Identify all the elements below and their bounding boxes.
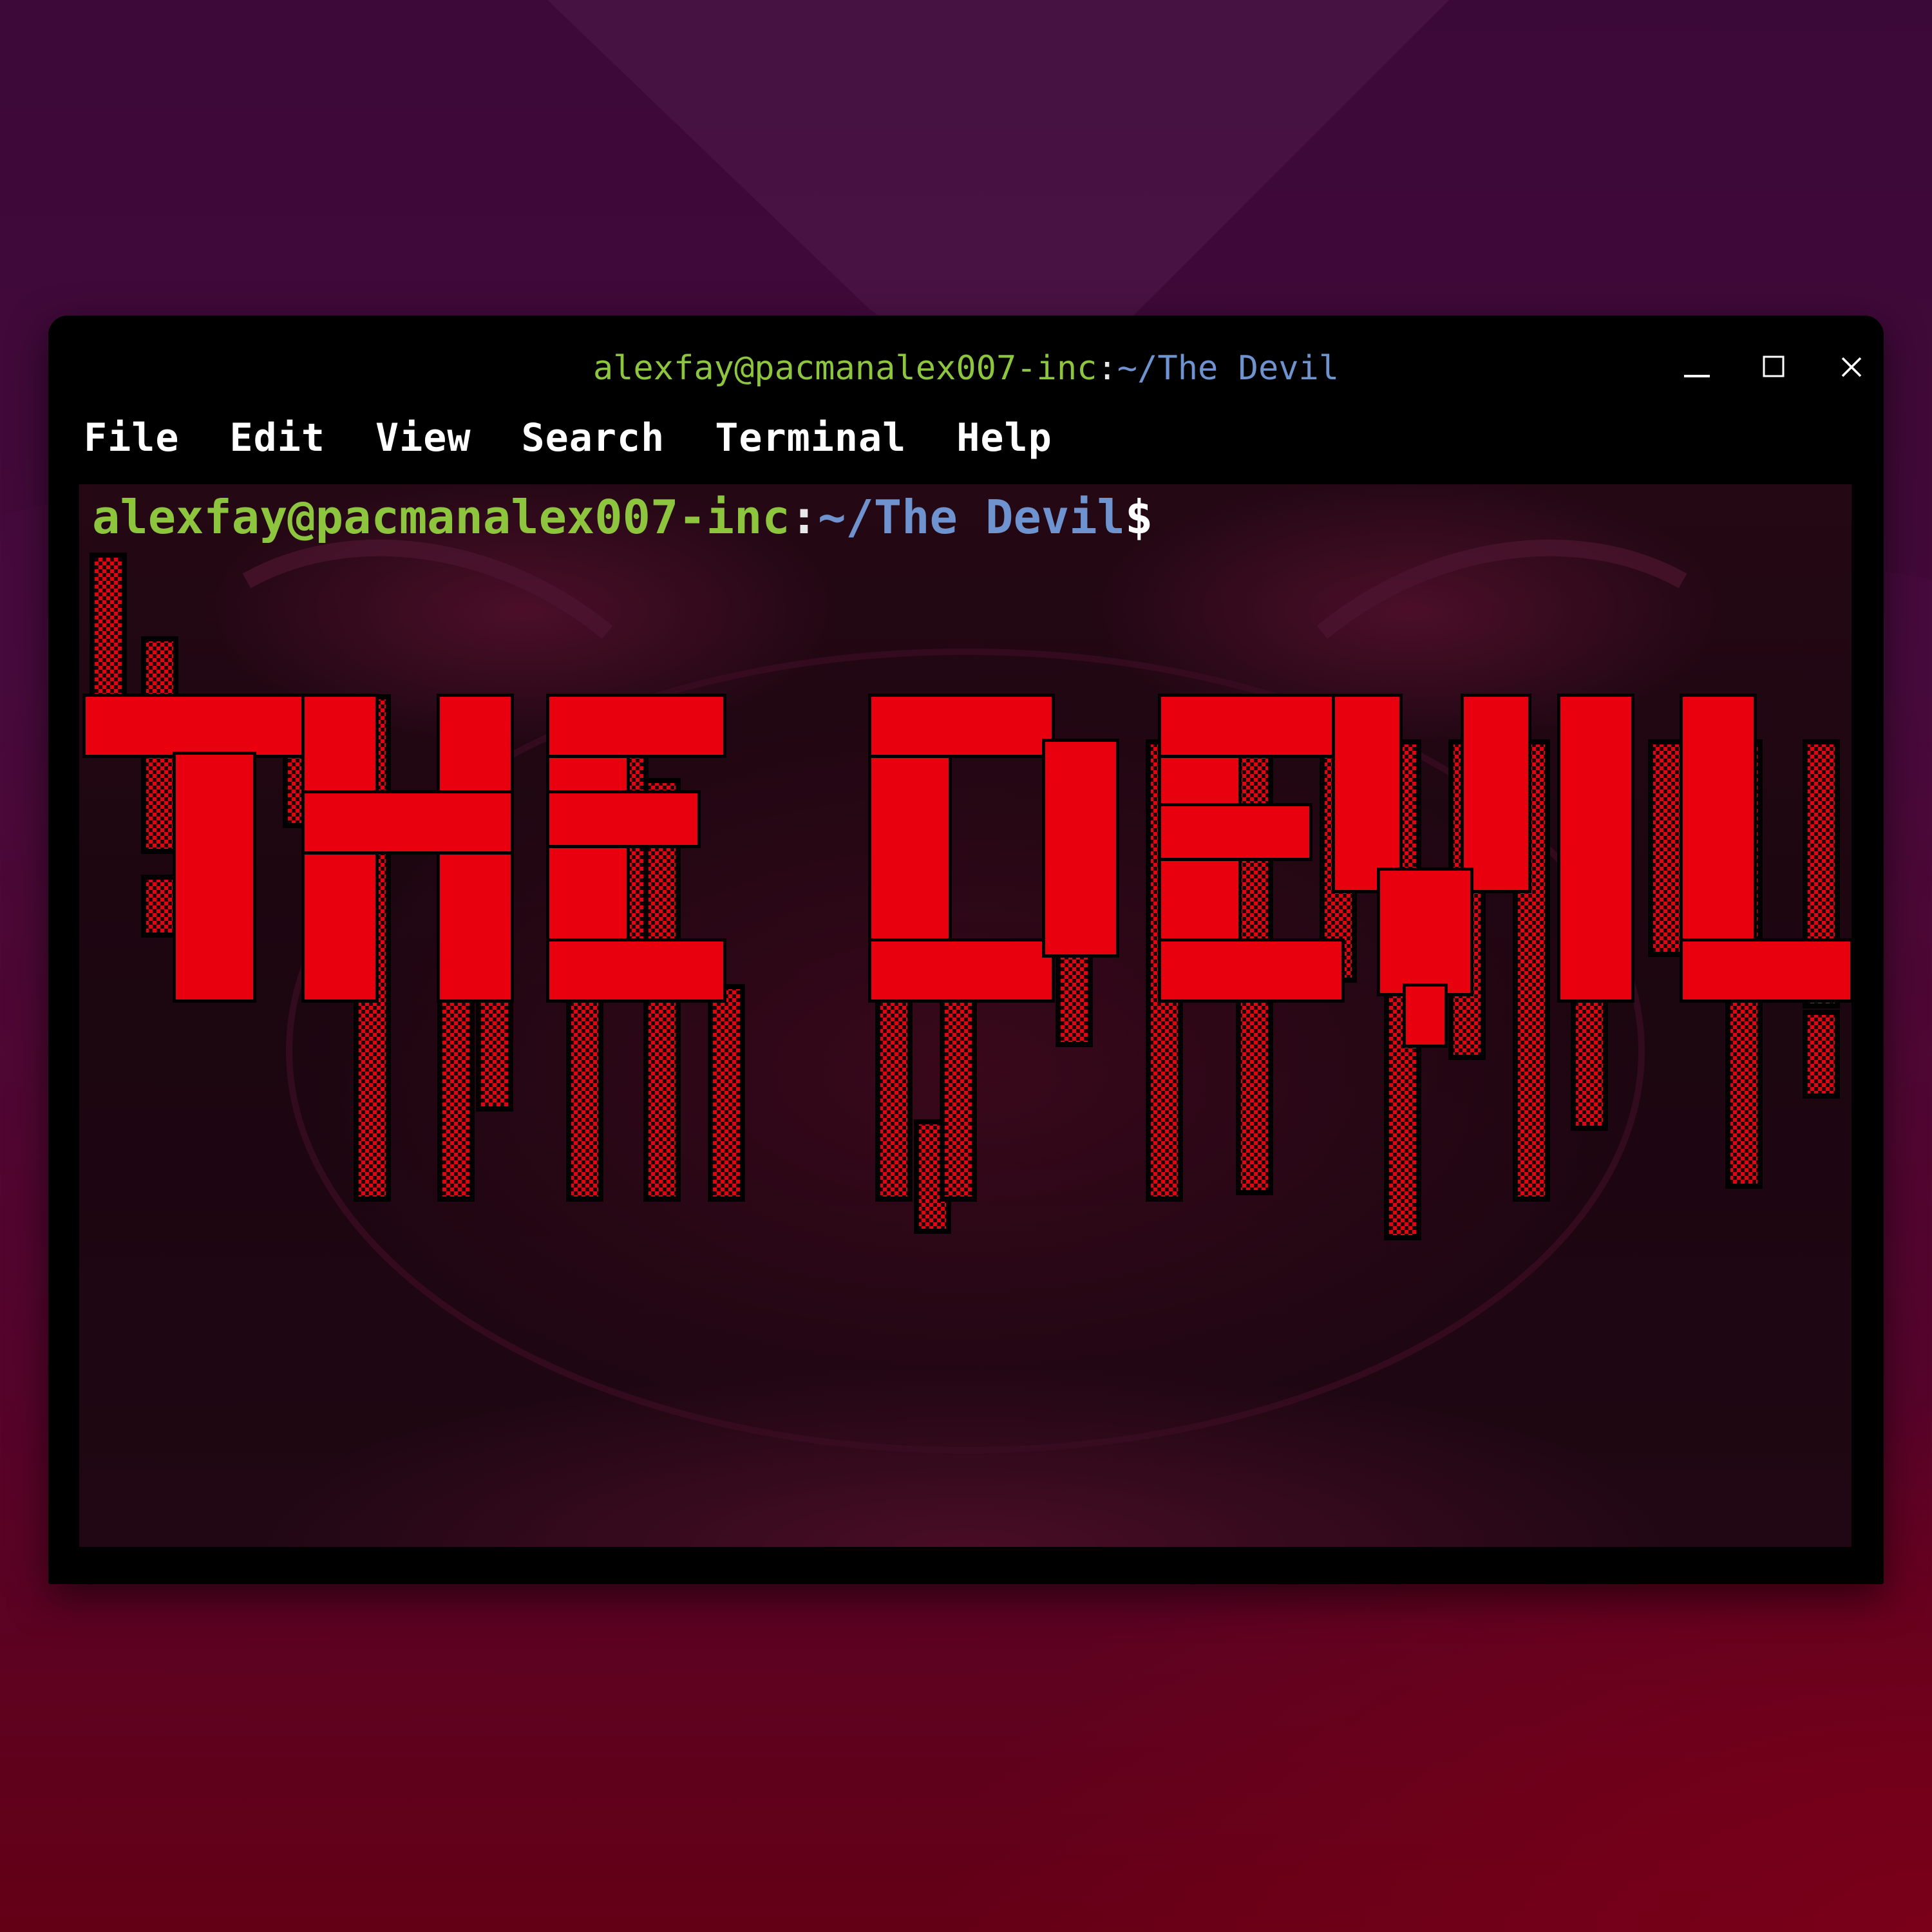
title-separator: :	[1097, 349, 1117, 388]
prompt-symbol: $	[1124, 490, 1153, 544]
menu-file[interactable]: File	[84, 415, 180, 460]
minimize-button[interactable]	[1671, 341, 1723, 393]
menu-search[interactable]: Search	[522, 415, 665, 460]
prompt-user-host: alexfay@pacmanalex007-inc	[92, 490, 790, 544]
maximize-icon	[1763, 355, 1785, 377]
prompt-separator: :	[790, 490, 819, 544]
close-icon	[1841, 357, 1862, 377]
banner-letters	[82, 694, 1852, 1048]
prompt-path: ~/The Devil	[818, 490, 1125, 544]
menu-bar: File Edit View Search Terminal Help	[48, 396, 1884, 480]
maximize-button[interactable]	[1748, 341, 1800, 393]
window-title: alexfay@pacmanalex007-inc:~/The Devil	[48, 349, 1884, 388]
menu-terminal[interactable]: Terminal	[715, 415, 906, 460]
shell-prompt: alexfay@pacmanalex007-inc:~/The Devil$	[92, 488, 1153, 546]
close-button[interactable]	[1826, 341, 1877, 393]
terminal-window: alexfay@pacmanalex007-inc:~/The Devil Fi…	[48, 316, 1884, 1584]
minimize-icon	[1684, 375, 1710, 377]
ascii-art-banner	[82, 539, 1852, 1454]
menu-view[interactable]: View	[375, 415, 471, 460]
title-bar[interactable]: alexfay@pacmanalex007-inc:~/The Devil	[48, 316, 1884, 393]
menu-help[interactable]: Help	[956, 415, 1052, 460]
title-user-host: alexfay@pacmanalex007-inc	[592, 349, 1097, 388]
title-path: ~/The Devil	[1117, 349, 1340, 388]
menu-edit[interactable]: Edit	[230, 415, 326, 460]
terminal-area[interactable]: alexfay@pacmanalex007-inc:~/The Devil$	[79, 484, 1852, 1547]
